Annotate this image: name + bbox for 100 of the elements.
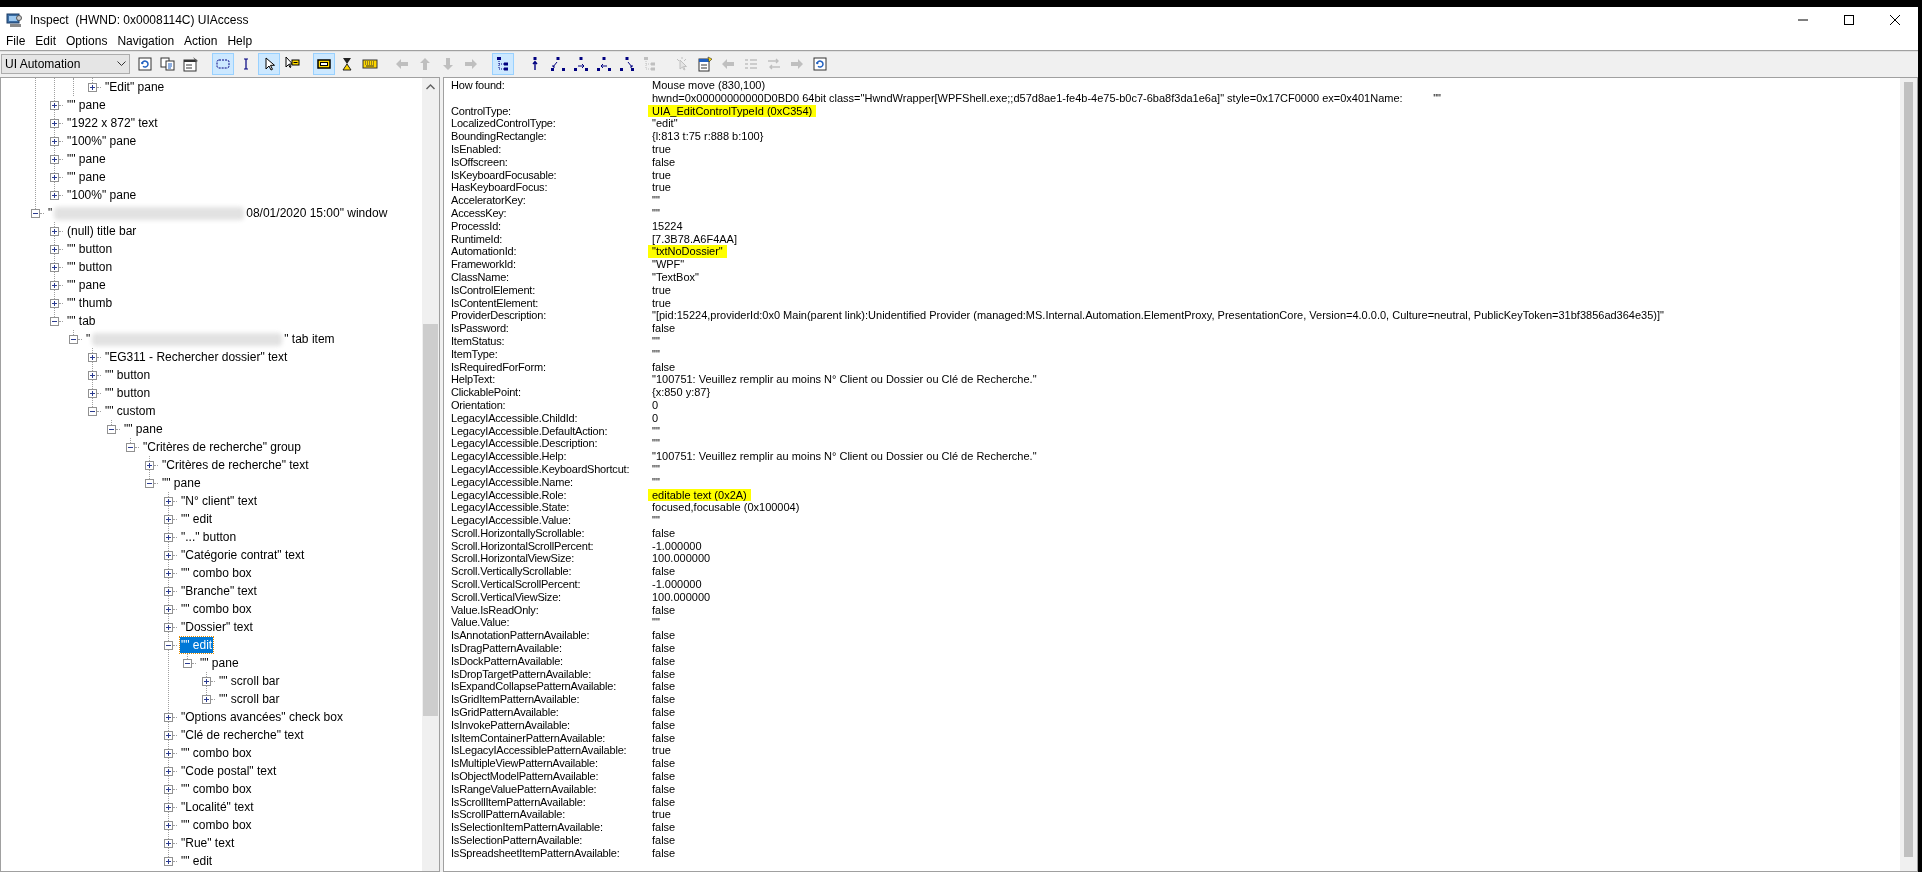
expand-toggle[interactable] bbox=[164, 568, 173, 578]
tree-item[interactable]: "" scroll bar bbox=[218, 673, 281, 689]
toolbar-button[interactable] bbox=[258, 53, 280, 75]
expand-toggle[interactable] bbox=[31, 208, 40, 218]
toolbar-button[interactable] bbox=[313, 53, 335, 75]
tree-item[interactable]: "" button bbox=[66, 259, 114, 275]
tree-item[interactable]: "Branche" text bbox=[180, 583, 258, 599]
tree-item[interactable]: "100%" pane bbox=[66, 187, 138, 203]
tree-item[interactable]: "" combo box bbox=[180, 781, 253, 797]
toolbar-button[interactable] bbox=[492, 53, 514, 75]
expand-toggle[interactable] bbox=[50, 244, 59, 254]
expand-toggle[interactable] bbox=[164, 730, 173, 740]
scroll-thumb[interactable] bbox=[1904, 82, 1913, 857]
expand-toggle[interactable] bbox=[145, 460, 154, 470]
tree-item[interactable]: "" combo box bbox=[180, 817, 253, 833]
tree-item[interactable]: "100%" pane bbox=[66, 133, 138, 149]
expand-toggle[interactable] bbox=[88, 406, 97, 416]
tree-item[interactable]: "" pane bbox=[66, 151, 107, 167]
expand-toggle[interactable] bbox=[50, 262, 59, 272]
expand-toggle[interactable] bbox=[50, 154, 59, 164]
expand-toggle[interactable] bbox=[164, 856, 173, 866]
expand-toggle[interactable] bbox=[164, 604, 173, 614]
expand-toggle[interactable] bbox=[50, 100, 59, 110]
expand-toggle[interactable] bbox=[164, 748, 173, 758]
expand-toggle[interactable] bbox=[164, 784, 173, 794]
expand-toggle[interactable] bbox=[126, 442, 135, 452]
expand-toggle[interactable] bbox=[202, 694, 211, 704]
tree-item[interactable]: "" edit bbox=[180, 853, 214, 869]
expand-toggle[interactable] bbox=[88, 388, 97, 398]
tree-item[interactable]: (null) title bar bbox=[66, 223, 138, 239]
tree-item[interactable]: "" scroll bar bbox=[218, 691, 281, 707]
tree-item[interactable]: "Localité" text bbox=[180, 799, 255, 815]
expand-toggle[interactable] bbox=[164, 766, 173, 776]
menu-item[interactable]: Navigation bbox=[112, 32, 180, 50]
tree-item[interactable]: "1922 x 872" text bbox=[66, 115, 159, 131]
expand-toggle[interactable] bbox=[164, 496, 173, 506]
expand-toggle[interactable] bbox=[50, 226, 59, 236]
menu-item[interactable]: Options bbox=[61, 32, 113, 50]
tree-item[interactable]: "" pane bbox=[66, 277, 107, 293]
expand-toggle[interactable] bbox=[164, 820, 173, 830]
tree-item[interactable]: " 08/01/2020 15:00" window bbox=[47, 205, 389, 221]
expand-toggle[interactable] bbox=[50, 136, 59, 146]
tree-item[interactable]: "Critères de recherche" text bbox=[161, 457, 310, 473]
menu-item[interactable]: File bbox=[1, 32, 31, 50]
expand-toggle[interactable] bbox=[164, 640, 173, 650]
expand-toggle[interactable] bbox=[164, 550, 173, 560]
tree-item[interactable]: "Clé de recherche" text bbox=[180, 727, 305, 743]
expand-toggle[interactable] bbox=[164, 838, 173, 848]
tree-item[interactable]: "" pane bbox=[199, 655, 240, 671]
tree-item[interactable]: " " tab item bbox=[85, 331, 336, 347]
tree-item[interactable]: "" button bbox=[66, 241, 114, 257]
expand-toggle[interactable] bbox=[50, 316, 59, 326]
tree-item[interactable]: "" pane bbox=[66, 169, 107, 185]
expand-toggle[interactable] bbox=[50, 298, 59, 308]
expand-toggle[interactable] bbox=[145, 478, 154, 488]
expand-toggle[interactable] bbox=[164, 514, 173, 524]
tree-item[interactable]: "" button bbox=[104, 385, 152, 401]
scrollbar[interactable] bbox=[1900, 78, 1917, 871]
tree-item[interactable]: "" thumb bbox=[66, 295, 114, 311]
expand-toggle[interactable] bbox=[164, 586, 173, 596]
tree-item[interactable]: "" button bbox=[104, 367, 152, 383]
tree-item[interactable]: "" tab bbox=[66, 313, 97, 329]
tree-item[interactable]: "" pane bbox=[66, 97, 107, 113]
tree-item[interactable]: "Edit" pane bbox=[104, 79, 166, 95]
tree-item[interactable]: "" pane bbox=[123, 421, 164, 437]
tree-item[interactable]: "Options avancées" check box bbox=[180, 709, 344, 725]
tree-item[interactable]: "N° client" text bbox=[180, 493, 258, 509]
expand-toggle[interactable] bbox=[183, 658, 192, 668]
mode-dropdown[interactable]: UI Automation bbox=[1, 54, 130, 74]
tree-item[interactable]: "Code postal" text bbox=[180, 763, 278, 779]
tree-item[interactable]: "" pane bbox=[161, 475, 202, 491]
tree-item[interactable]: "Rue" text bbox=[180, 835, 236, 851]
tree-item[interactable]: "" combo box bbox=[180, 745, 253, 761]
tree-item[interactable]: "" custom bbox=[104, 403, 157, 419]
tree-item[interactable]: "Critères de recherche" group bbox=[142, 439, 302, 455]
tree-item[interactable]: "Catégorie contrat" text bbox=[180, 547, 306, 563]
tree-item[interactable]: "" combo box bbox=[180, 565, 253, 581]
tree-item[interactable]: "..." button bbox=[180, 529, 238, 545]
tree-item[interactable]: "" combo box bbox=[180, 601, 253, 617]
expand-toggle[interactable] bbox=[50, 280, 59, 290]
expand-toggle[interactable] bbox=[164, 802, 173, 812]
expand-toggle[interactable] bbox=[88, 82, 97, 92]
expand-toggle[interactable] bbox=[164, 712, 173, 722]
expand-toggle[interactable] bbox=[164, 622, 173, 632]
menu-item[interactable]: Action bbox=[179, 32, 223, 50]
expand-toggle[interactable] bbox=[50, 190, 59, 200]
expand-toggle[interactable] bbox=[164, 532, 173, 542]
menu-item[interactable]: Edit bbox=[30, 32, 62, 50]
tree-item[interactable]: "Dossier" text bbox=[180, 619, 254, 635]
expand-toggle[interactable] bbox=[50, 118, 59, 128]
expand-toggle[interactable] bbox=[107, 424, 116, 434]
menu-item[interactable]: Help bbox=[222, 32, 258, 50]
scroll-thumb[interactable] bbox=[423, 324, 438, 716]
tree-item[interactable]: "" edit bbox=[180, 637, 214, 653]
expand-toggle[interactable] bbox=[88, 370, 97, 380]
tree-item[interactable]: "" edit bbox=[180, 511, 214, 527]
scrollbar[interactable] bbox=[422, 78, 439, 871]
expand-toggle[interactable] bbox=[88, 352, 97, 362]
expand-toggle[interactable] bbox=[50, 172, 59, 182]
tree-item[interactable]: "EG311 - Rechercher dossier" text bbox=[104, 349, 289, 365]
